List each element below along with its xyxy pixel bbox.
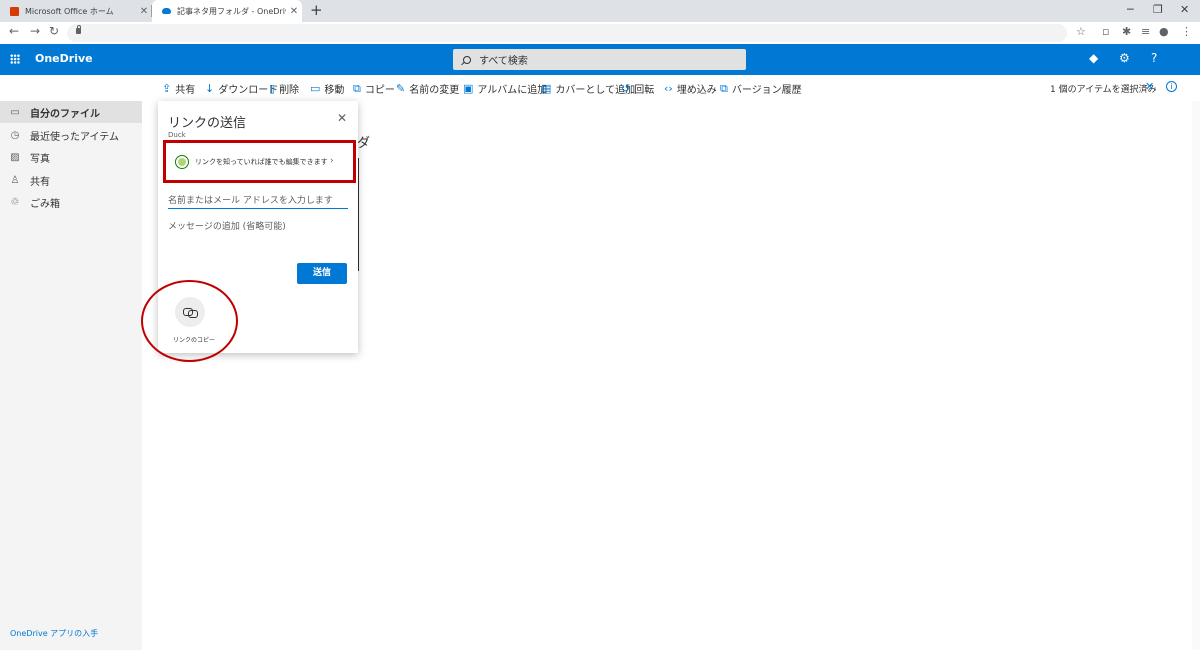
lock-icon [76,25,81,34]
premium-diamond-icon[interactable]: ◆ [1089,51,1098,65]
browser-menu-icon[interactable]: ⋮ [1181,25,1192,38]
profile-avatar-icon[interactable]: ● [1159,25,1169,38]
extension-page-icon[interactable]: ▫ [1102,25,1109,38]
recipient-input[interactable]: 名前またはメール アドレスを入力します [168,191,348,209]
onedrive-header: OneDrive すべて検索 ◆ ⚙ ? [0,44,1200,75]
browser-tab-office[interactable]: Microsoft Office ホーム ✕ [0,0,152,22]
rotate-command[interactable]: ↺ 回転 [621,81,654,96]
address-bar: ← → ↻ ☆ ▫ ✱ ≡ ● ⋮ [0,22,1200,44]
folder-icon: ▭ [10,106,20,118]
extensions-puzzle-icon[interactable]: ✱ [1122,25,1131,38]
copy-command[interactable]: ⧉ コピー [353,81,395,97]
search-placeholder: すべて検索 [479,56,528,67]
forward-icon[interactable]: → [30,24,40,38]
recent-icon: ◷ [10,129,20,141]
bookmark-star-icon[interactable]: ☆ [1076,25,1086,38]
close-tab-icon[interactable]: ✕ [136,6,152,17]
download-icon: ↓ [205,82,215,95]
panel-subtitle: Duck [168,131,186,139]
help-icon[interactable]: ? [1151,51,1157,65]
info-icon[interactable]: i [1166,81,1177,92]
app-launcher-icon[interactable] [10,54,20,64]
tab-title: 記事ネタ用フォルダ - OneDrive [177,6,286,16]
url-field[interactable] [67,24,1067,42]
gear-icon[interactable]: ⚙ [1119,51,1130,65]
window-close-icon[interactable]: ✕ [1180,3,1189,16]
clear-selection-icon[interactable]: ✕ [1145,80,1154,93]
office-icon [10,6,19,16]
left-nav: ▭ 自分のファイル ◷ 最近使ったアイテム ▨ 写真 ♙ 共有 ♲ ごみ箱 OneDriv… [0,101,142,650]
move-icon: ▭ [310,82,321,95]
download-command[interactable]: ↓ ダウンロード [205,81,278,96]
sidebar-item-photos[interactable]: ▨ 写真 [0,146,142,168]
brand-title[interactable]: OneDrive [35,52,93,65]
annotation-highlight-box [163,140,356,183]
close-tab-icon[interactable]: ✕ [286,6,302,17]
shared-icon: ♙ [10,174,20,186]
album-icon: ▣ [463,82,474,95]
embed-icon: ‹› [664,82,673,95]
share-icon: ⇪ [162,82,172,95]
sidebar-item-shared[interactable]: ♙ 共有 [0,169,142,191]
reload-icon[interactable]: ↻ [49,24,59,38]
new-tab-button[interactable]: + [310,1,323,19]
rotate-icon: ↺ [621,82,631,95]
embed-command[interactable]: ‹› 埋め込み [664,81,717,96]
photo-icon: ▨ [10,151,20,163]
rename-icon: ✎ [396,82,406,95]
onedrive-cloud-icon [162,8,171,14]
move-command[interactable]: ▭ 移動 [310,81,344,96]
back-icon[interactable]: ← [9,24,19,38]
browser-tab-strip: Microsoft Office ホーム ✕ 記事ネタ用フォルダ - OneDr… [0,0,1200,22]
restore-icon[interactable]: ❐ [1153,3,1163,16]
delete-icon: ▯ [269,82,276,95]
sidebar-item-recycle-bin[interactable]: ♲ ごみ箱 [0,191,142,213]
add-to-album-command[interactable]: ▣ アルバムに追加 [463,81,547,96]
selection-count: 1 個のアイテムを選択済み [1050,85,1157,95]
command-bar: ⇪ 共有 ↓ ダウンロード ▯ 削除 ▭ 移動 ⧉ コピー ✎ 名前の変更 ▣ アルバムに追加… [0,75,1200,101]
reading-list-icon[interactable]: ≡ [1141,25,1150,38]
cover-icon: ▤ [541,82,552,95]
copy-icon: ⧉ [353,81,361,95]
get-app-link[interactable]: OneDrive アプリの入手 [10,628,98,639]
search-box[interactable]: すべて検索 [453,49,746,70]
send-button[interactable]: 送信 [297,263,347,284]
rename-command[interactable]: ✎ 名前の変更 [396,81,459,96]
version-history-command[interactable]: ⧉ バージョン履歴 [720,81,802,97]
folder-title-fragment: ダ [357,136,371,151]
delete-command[interactable]: ▯ 削除 [269,81,299,96]
tab-title: Microsoft Office ホーム [25,6,114,16]
message-input[interactable]: メッセージの追加 (省略可能) [168,219,286,232]
minimize-icon[interactable]: ─ [1127,3,1134,16]
annotation-highlight-circle [141,280,238,362]
version-history-icon: ⧉ [720,81,728,95]
share-command[interactable]: ⇪ 共有 [162,81,195,96]
sidebar-item-recent[interactable]: ◷ 最近使ったアイテム [0,124,142,146]
sidebar-item-my-files[interactable]: ▭ 自分のファイル [0,101,142,123]
panel-title: リンクの送信 [168,116,247,131]
scrollbar[interactable] [1192,101,1200,650]
browser-tab-onedrive[interactable]: 記事ネタ用フォルダ - OneDrive ✕ [152,0,302,22]
search-icon [463,55,471,64]
close-icon[interactable]: ✕ [337,111,347,125]
recycle-bin-icon: ♲ [10,196,20,208]
